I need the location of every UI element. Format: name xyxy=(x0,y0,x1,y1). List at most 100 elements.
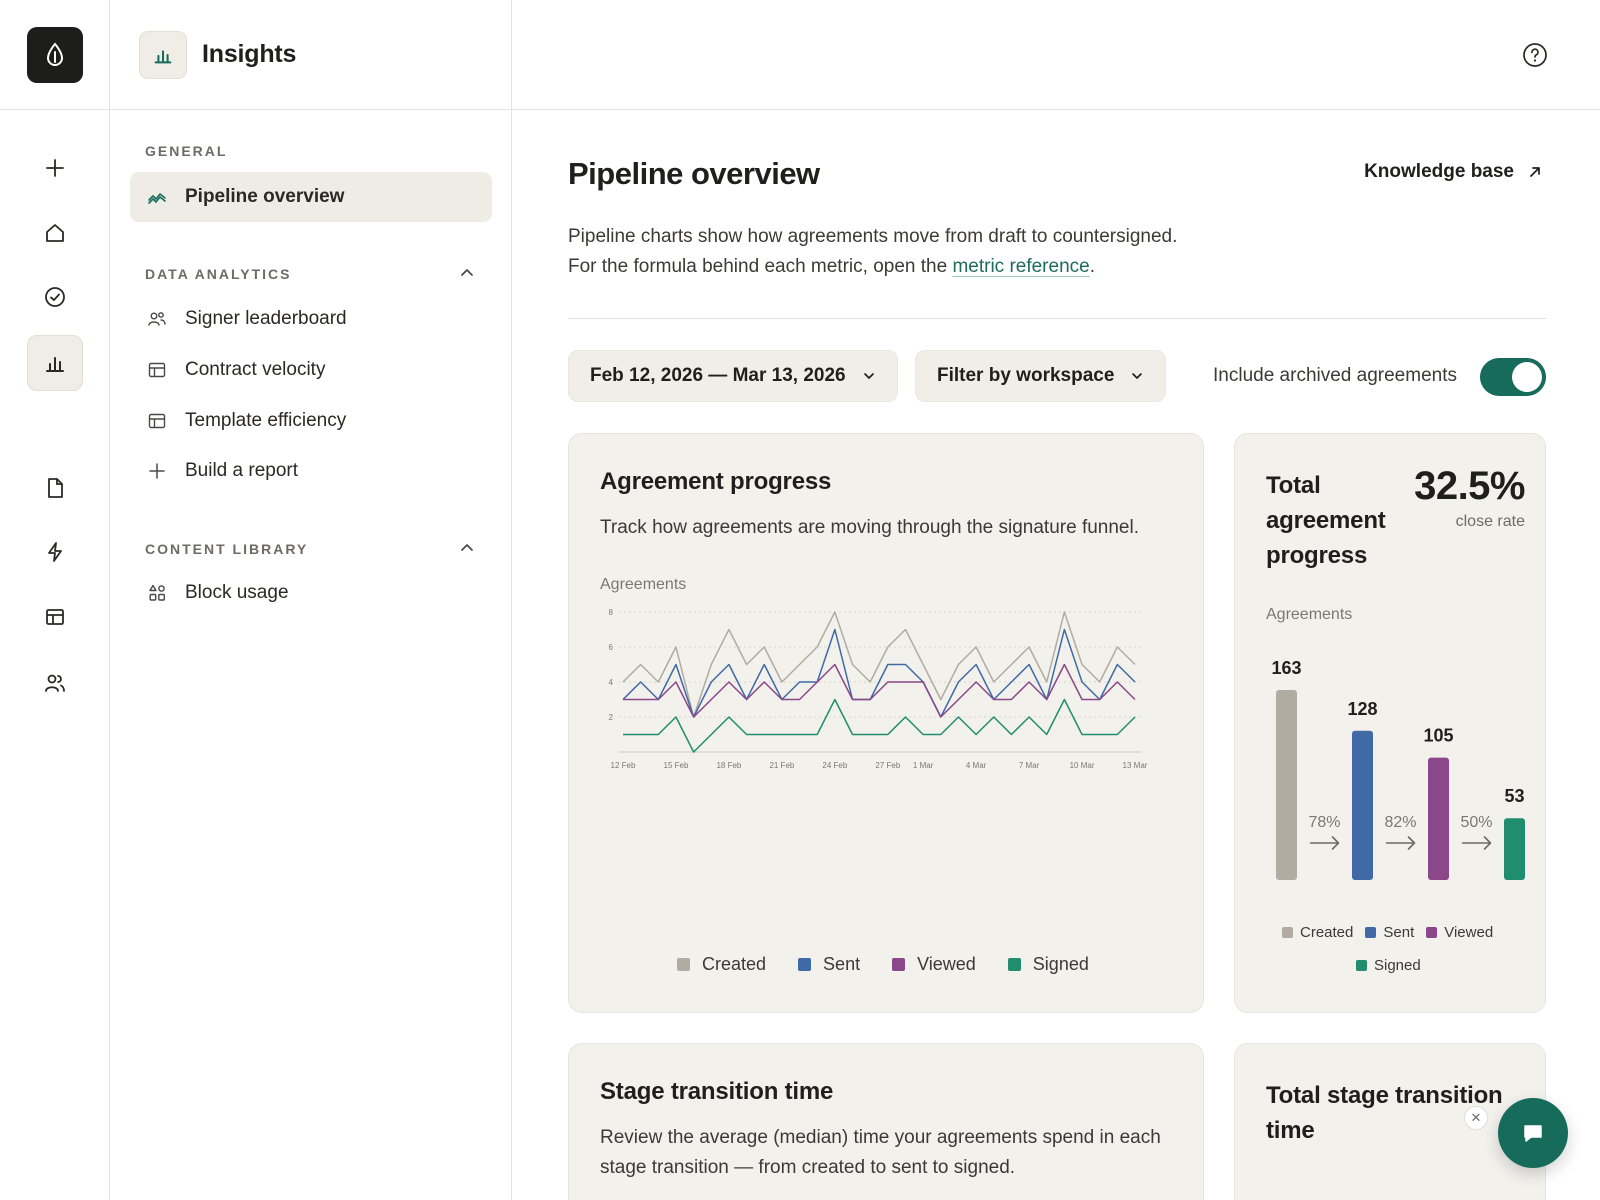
legend-sent[interactable]: Sent xyxy=(1365,924,1414,941)
sidebar-item-build-report[interactable]: Build a report xyxy=(130,446,492,496)
bar-value-label: 105 xyxy=(1423,726,1453,746)
bar-chart-legend-row-2: Signed xyxy=(1356,957,1421,974)
x-tick-label: 21 Feb xyxy=(769,761,794,770)
date-range-dropdown[interactable]: Feb 12, 2026 — Mar 13, 2026 xyxy=(568,350,898,402)
y-axis-caption: Agreements xyxy=(1266,606,1353,623)
sidebar-item-template-efficiency[interactable]: Template efficiency xyxy=(130,396,492,446)
bar-chart-icon xyxy=(46,357,64,372)
bar-viewed[interactable] xyxy=(1428,757,1449,880)
description-end: . xyxy=(1089,256,1095,277)
workspace-filter-dropdown[interactable]: Filter by workspace xyxy=(915,350,1167,402)
sidebar-item-label: Template efficiency xyxy=(185,410,347,431)
sidebar-title: Insights xyxy=(202,40,297,68)
legend-swatch xyxy=(892,958,906,971)
legend-label: Signed xyxy=(1032,954,1089,974)
legend-created[interactable]: Created xyxy=(1282,924,1353,941)
insights-badge xyxy=(139,30,187,79)
bar-chart-icon xyxy=(154,49,172,63)
top-bar xyxy=(512,0,1600,110)
agreement-progress-line-chart: 2 4 6 8 12 Feb 15 Feb 18 Feb 21 Feb 24 Feb 27 Feb… xyxy=(609,608,1148,770)
legend-label: Created xyxy=(1300,924,1354,941)
x-tick-label: 12 Feb xyxy=(611,761,636,770)
sidebar-item-signer-leaderboard[interactable]: Signer leaderboard xyxy=(130,294,492,344)
section-label-general: GENERAL xyxy=(145,143,228,159)
legend-swatch xyxy=(1365,927,1377,938)
users-icon xyxy=(148,312,166,326)
close-rate-value: 32.5% xyxy=(1414,464,1525,508)
chevron-down-icon xyxy=(863,373,874,379)
series-line-sent[interactable] xyxy=(622,628,1136,718)
y-tick-label: 2 xyxy=(609,713,614,722)
app-logo[interactable] xyxy=(26,26,83,83)
close-rate-caption: close rate xyxy=(1455,513,1525,530)
legend-swatch xyxy=(677,958,690,971)
rail-create-button[interactable] xyxy=(27,140,83,196)
bar-value-label: 163 xyxy=(1271,658,1301,678)
section-label-content-library: CONTENT LIBRARY xyxy=(145,541,309,557)
legend-swatch xyxy=(1282,927,1293,938)
rail-templates-button[interactable] xyxy=(27,589,83,645)
blocks-icon xyxy=(149,584,166,601)
chat-launcher-button[interactable] xyxy=(1498,1098,1568,1168)
chevron-up-icon[interactable] xyxy=(458,264,476,282)
sidebar-item-label: Pipeline overview xyxy=(185,186,345,207)
rail-home-button[interactable] xyxy=(27,205,83,261)
layout-icon xyxy=(148,413,166,429)
bar-value-label: 128 xyxy=(1347,699,1377,719)
rail-header xyxy=(0,0,109,110)
x-tick-label: 24 Feb xyxy=(822,761,847,770)
sidebar-item-contract-velocity[interactable]: Contract velocity xyxy=(130,345,492,395)
series-line-viewed[interactable] xyxy=(623,663,1136,718)
sidebar-item-pipeline-overview[interactable]: Pipeline overview xyxy=(130,172,492,222)
legend-sent[interactable]: Sent xyxy=(798,954,860,975)
check-circle-icon xyxy=(45,287,65,307)
chevron-up-icon[interactable] xyxy=(458,539,476,557)
sidebar-item-block-usage[interactable]: Block usage xyxy=(130,568,492,618)
legend-label: Signed xyxy=(1374,957,1421,974)
metric-reference-link[interactable]: metric reference xyxy=(952,256,1089,277)
arrow-right-icon xyxy=(1385,836,1416,850)
page-title: Pipeline overview xyxy=(568,156,820,191)
card-title: Total agreement progress xyxy=(1266,468,1386,573)
total-progress-bar-chart: 163 128 105 53 78% 82% 50% xyxy=(1271,658,1525,880)
conversion-rate-label: 82% xyxy=(1384,814,1416,831)
x-tick-label: 13 Mar xyxy=(1123,761,1148,770)
rail-automations-button[interactable] xyxy=(27,524,83,580)
bar-signed[interactable] xyxy=(1504,818,1525,880)
card-title: Stage transition time xyxy=(600,1078,834,1105)
x-tick-label: 1 Mar xyxy=(913,761,934,770)
legend-viewed[interactable]: Viewed xyxy=(1426,924,1493,941)
legend-label: Sent xyxy=(823,954,861,974)
bar-sent[interactable] xyxy=(1352,730,1373,880)
lightning-icon xyxy=(48,542,62,562)
workspace-filter-value: Filter by workspace xyxy=(937,365,1115,386)
legend-created[interactable]: Created xyxy=(677,954,766,975)
series-line-signed[interactable] xyxy=(623,698,1136,753)
page-description: Pipeline charts show how agreements move… xyxy=(568,222,1177,282)
help-icon[interactable] xyxy=(1522,42,1548,68)
document-icon xyxy=(48,478,63,498)
archived-toggle[interactable] xyxy=(1480,358,1546,396)
legend-signed[interactable]: Signed xyxy=(1356,957,1421,974)
rail-documents-button[interactable] xyxy=(27,460,83,516)
knowledge-base-link[interactable]: Knowledge base xyxy=(1364,161,1542,183)
bar-created[interactable] xyxy=(1276,690,1297,880)
y-tick-label: 6 xyxy=(609,643,614,652)
chevron-down-icon xyxy=(1132,373,1143,379)
card-title-line: Total xyxy=(1266,472,1321,499)
card-title-line: Total stage transition xyxy=(1266,1082,1503,1109)
rail-contacts-button[interactable] xyxy=(27,655,83,711)
legend-signed[interactable]: Signed xyxy=(1007,954,1089,975)
legend-viewed[interactable]: Viewed xyxy=(892,954,976,975)
legend-swatch xyxy=(1426,927,1438,938)
section-label-data-analytics: DATA ANALYTICS xyxy=(145,266,292,282)
layout-icon xyxy=(148,362,166,378)
legend-label: Sent xyxy=(1383,924,1415,941)
rail-tasks-button[interactable] xyxy=(27,269,83,325)
chat-close-button[interactable]: ✕ xyxy=(1464,1106,1488,1130)
toggle-knob xyxy=(1512,362,1542,392)
rail-insights-button[interactable] xyxy=(27,335,83,391)
card-title-line: progress xyxy=(1266,542,1368,569)
close-icon: ✕ xyxy=(1470,1110,1482,1125)
series-line-created[interactable] xyxy=(622,611,1136,718)
